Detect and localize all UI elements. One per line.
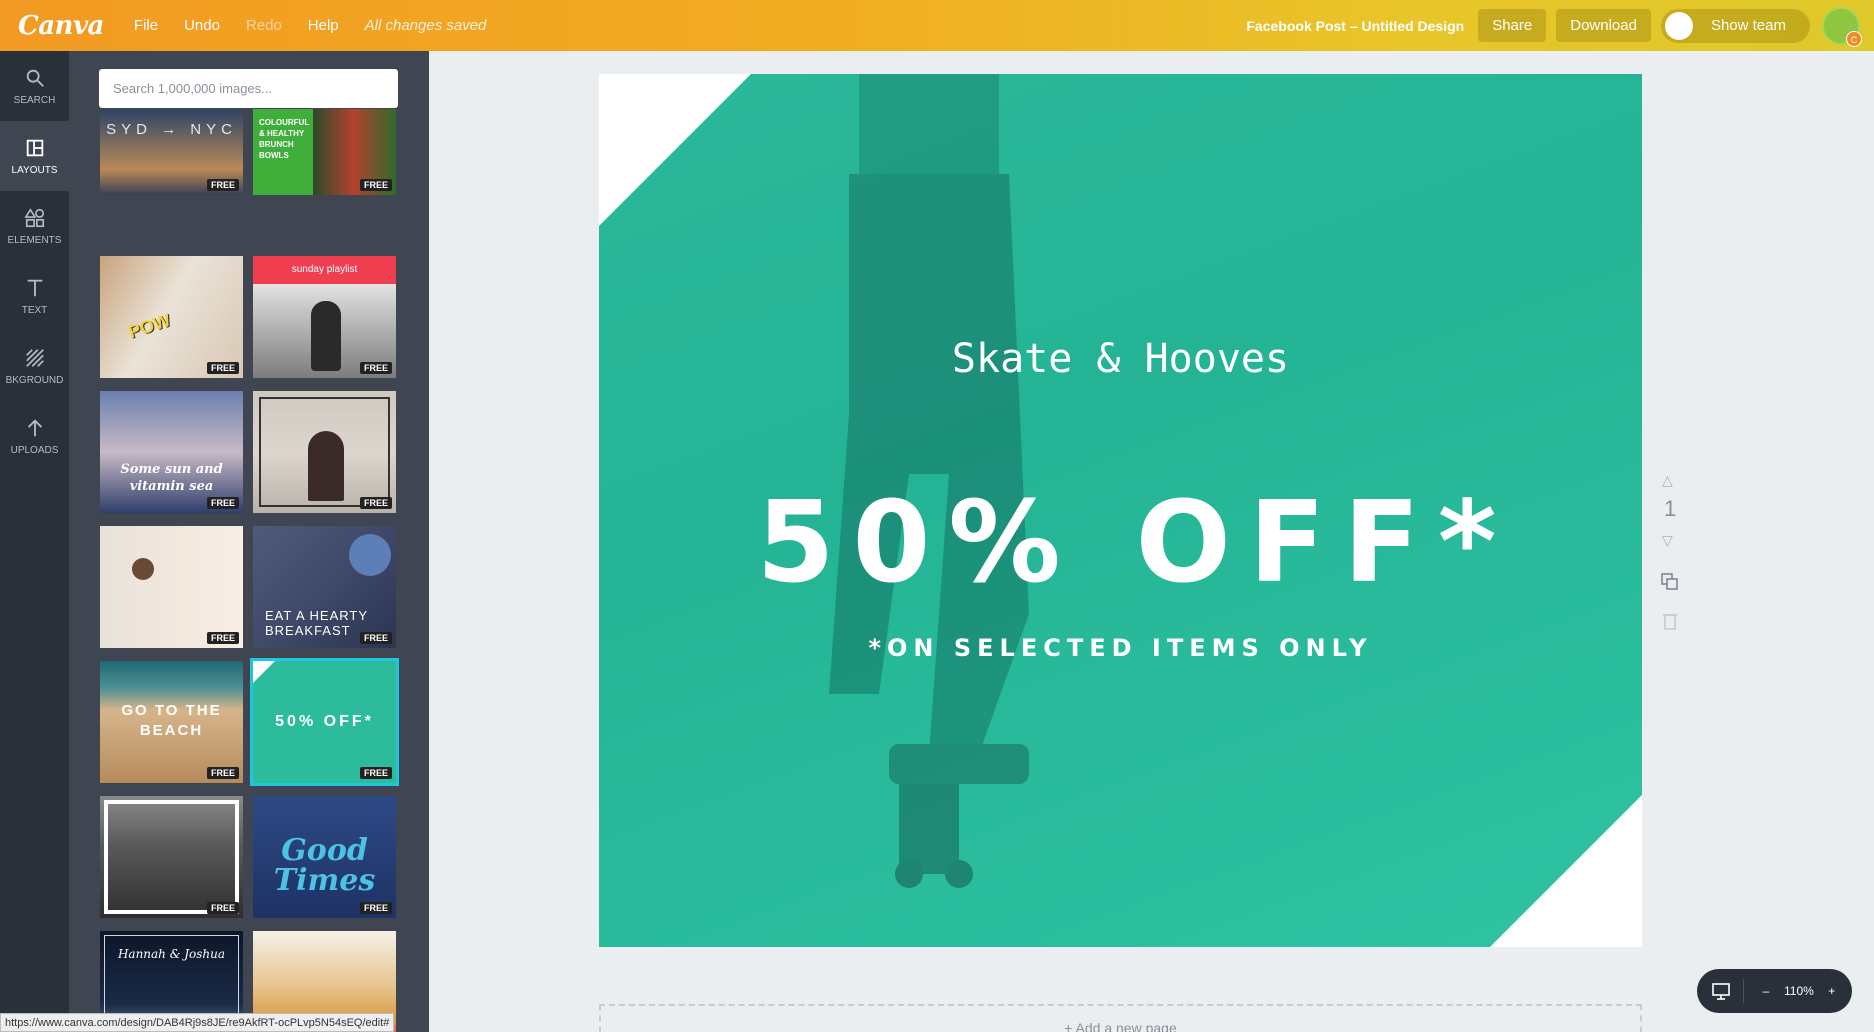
rail-label-background: BKGROUND (5, 374, 64, 386)
show-team-label: Show team (1710, 17, 1786, 34)
free-badge: FREE (359, 902, 392, 914)
page-down-icon[interactable]: ▽ (1662, 532, 1673, 549)
free-badge: FREE (206, 767, 239, 779)
layout-thumb[interactable]: POW FREE (100, 256, 243, 378)
rail-item-background[interactable]: BKGROUND (0, 331, 69, 401)
layout-thumb[interactable]: FREE (100, 526, 243, 648)
free-badge: FREE (206, 179, 239, 191)
canvas-brand-text[interactable]: Skate & Hooves (599, 336, 1642, 382)
thumb-bowl (349, 534, 391, 576)
rail-label-elements: ELEMENTS (7, 234, 62, 246)
free-badge: FREE (206, 902, 239, 914)
thumb-text: SYD → NYC (106, 121, 237, 138)
layout-thumb[interactable]: COLOURFUL & HEALTHY BRUNCH BOWLS FREE (253, 109, 396, 195)
toggle-knob (1664, 11, 1693, 40)
free-badge: FREE (359, 767, 392, 779)
add-page-button[interactable]: + Add a new page (599, 1004, 1642, 1032)
layout-thumb-selected[interactable]: 50% OFF* FREE (250, 658, 399, 786)
layout-thumb[interactable]: Good Times FREE (253, 796, 396, 918)
layout-thumb[interactable]: sunday playlist FREE (253, 256, 396, 378)
share-button[interactable]: Share (1478, 9, 1547, 42)
menu-redo[interactable]: Redo (246, 17, 282, 34)
layouts-panel: SYD → NYC FREE COLOURFUL & HEALTHY BRUNC… (69, 51, 429, 1032)
menu-help[interactable]: Help (308, 17, 339, 34)
background-icon (25, 348, 44, 367)
design-title[interactable]: Facebook Post – Untitled Design (1246, 18, 1464, 34)
rail-item-layouts[interactable]: LAYOUTS (0, 121, 69, 191)
shapes-icon (23, 207, 44, 227)
top-right-actions: Facebook Post – Untitled Design Share Do… (1246, 0, 1874, 51)
tool-rail: SEARCH LAYOUTS ELEMENTS TEXT BKGROUND UP… (0, 51, 69, 1032)
top-bar: Canva File Undo Redo Help All changes sa… (0, 0, 1874, 51)
free-badge: FREE (206, 362, 239, 374)
thumb-coffee (132, 558, 154, 580)
thumb-text: 50% OFF* (275, 713, 374, 730)
layout-thumb[interactable]: Some sun and vitamin sea FREE (100, 391, 243, 513)
canva-logo[interactable]: Canva (18, 11, 104, 41)
layout-thumb[interactable]: FREE (100, 796, 243, 918)
rail-label-text: TEXT (21, 304, 48, 316)
rail-item-uploads[interactable]: UPLOADS (0, 401, 69, 471)
present-icon[interactable] (1711, 982, 1731, 1000)
rail-item-elements[interactable]: ELEMENTS (0, 191, 69, 261)
free-badge: FREE (359, 362, 392, 374)
image-search-input[interactable] (99, 69, 398, 108)
canvas-corner-top-left (599, 74, 751, 226)
canvas-subline[interactable]: *ON SELECTED ITEMS ONLY (599, 634, 1642, 662)
thumb-corner (253, 661, 275, 683)
thumb-frame (104, 800, 239, 914)
thumb-text: EAT A HEARTY BREAKFAST (265, 608, 368, 638)
menu-undo[interactable]: Undo (184, 17, 220, 34)
layouts-icon (26, 139, 43, 156)
zoom-level[interactable]: 110% (1784, 984, 1814, 998)
thumb-text: POW (125, 309, 173, 343)
copy-page-icon[interactable] (1660, 572, 1680, 592)
layout-thumb[interactable]: FREE (253, 391, 396, 513)
search-icon (26, 69, 44, 87)
layout-thumb[interactable]: SYD → NYC FREE (100, 109, 243, 195)
page-number: 1 (1664, 496, 1677, 521)
save-status: All changes saved (364, 17, 487, 34)
zoom-separator (1743, 979, 1744, 1003)
free-badge: FREE (206, 632, 239, 644)
page-up-icon[interactable]: △ (1662, 472, 1673, 489)
status-url: https://www.canva.com/design/DAB4Rj9s8JE… (0, 1013, 395, 1032)
canvas-headline[interactable]: 50% OFF* (599, 478, 1642, 608)
rail-item-text[interactable]: TEXT (0, 261, 69, 331)
thumb-figure (311, 301, 341, 371)
free-badge: FREE (359, 497, 392, 509)
upload-arrow-icon (27, 418, 42, 436)
zoom-in-button[interactable]: + (1814, 984, 1850, 998)
rail-label-layouts: LAYOUTS (11, 164, 58, 176)
design-canvas[interactable]: Skate & Hooves 50% OFF* *ON SELECTED ITE… (599, 74, 1642, 947)
free-badge: FREE (359, 632, 392, 644)
zoom-control: – 110% + (1697, 969, 1852, 1013)
download-button[interactable]: Download (1556, 9, 1651, 42)
zoom-out-button[interactable]: – (1748, 984, 1784, 998)
avatar-badge: C (1846, 30, 1862, 47)
free-badge: FREE (359, 179, 392, 191)
rail-item-search[interactable]: SEARCH (0, 51, 69, 121)
thumb-text: COLOURFUL & HEALTHY BRUNCH BOWLS (259, 118, 310, 160)
thumb-text: GO TO THE BEACH (121, 702, 222, 739)
trash-icon[interactable] (1662, 612, 1678, 630)
layout-thumb[interactable]: EAT A HEARTY BREAKFAST FREE (253, 526, 396, 648)
thumb-text: Some sun and vitamin sea (120, 462, 223, 494)
show-team-toggle[interactable]: Show team (1660, 8, 1810, 43)
menu-file[interactable]: File (134, 17, 158, 34)
thumb-text: sunday playlist (291, 264, 358, 275)
canvas-corner-bottom-right (1490, 795, 1642, 947)
thumb-text: Good Times (273, 833, 376, 898)
rail-label-uploads: UPLOADS (10, 444, 59, 456)
free-badge: FREE (206, 497, 239, 509)
rail-label-search: SEARCH (13, 94, 56, 106)
thumb-figure (308, 431, 344, 501)
layout-thumb[interactable]: GO TO THE BEACH FREE (100, 661, 243, 783)
text-icon (27, 279, 42, 296)
thumb-text: Hannah & Joshua (117, 947, 226, 961)
avatar[interactable]: C (1822, 6, 1862, 47)
